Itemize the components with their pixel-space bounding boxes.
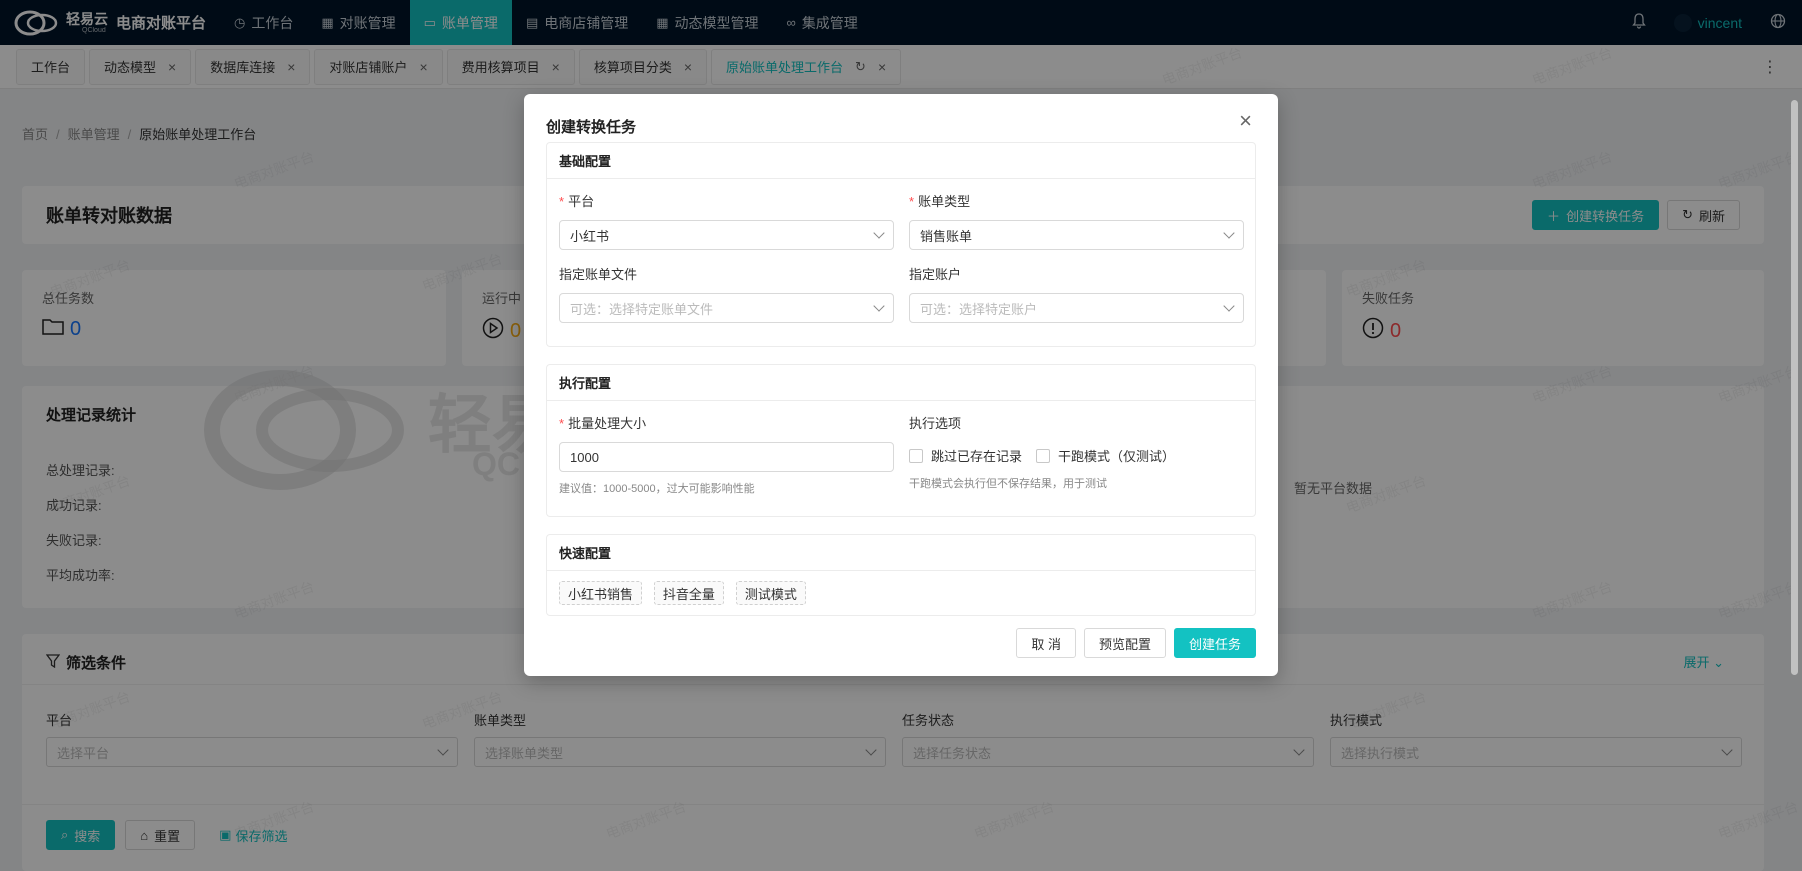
chevron-down-icon — [873, 300, 885, 312]
platform-label: 平台 — [568, 194, 595, 209]
quick-config-title: 快速配置 — [547, 535, 1255, 571]
exec-options-field: 执行选项 跳过已存在记录 干跑模式（仅测试） 干跑模式会执行但不保存结果，用于测… — [909, 413, 1244, 491]
checkbox-box[interactable] — [1036, 448, 1051, 463]
cancel-button[interactable]: 取 消 — [1016, 628, 1076, 658]
platform-value: 小红书 — [570, 228, 610, 244]
account-placeholder: 可选：选择特定账户 — [920, 301, 1038, 317]
quick-tag-test-mode[interactable]: 测试模式 — [735, 581, 806, 605]
create-task-dialog: 创建转换任务 × 基础配置 * 平台 小红书 * 账单类型 销售账单 指定账单文件 … — [524, 94, 1278, 676]
account-select[interactable]: 可选：选择特定账户 — [909, 293, 1244, 323]
platform-select[interactable]: 小红书 — [559, 220, 894, 250]
chevron-down-icon — [1223, 300, 1235, 312]
page-scrollbar[interactable] — [1791, 100, 1798, 675]
skip-existing-label: 跳过已存在记录 — [931, 449, 1023, 464]
dry-run-checkbox[interactable]: 干跑模式（仅测试） — [1036, 446, 1175, 465]
basic-config-section: 基础配置 * 平台 小红书 * 账单类型 销售账单 指定账单文件 可选：选择特定账单… — [546, 142, 1256, 347]
checkbox-box[interactable] — [909, 448, 923, 463]
bill-type-select[interactable]: 销售账单 — [909, 220, 1244, 250]
quick-config-section: 快速配置 小红书销售 抖音全量 测试模式 — [546, 534, 1256, 616]
preview-config-button[interactable]: 预览配置 — [1083, 628, 1166, 658]
create-task-submit-button[interactable]: 创建任务 — [1173, 628, 1256, 658]
batch-size-label: 批量处理大小 — [568, 416, 647, 431]
skip-existing-checkbox[interactable]: 跳过已存在记录 — [909, 446, 1022, 465]
dialog-title: 创建转换任务 — [546, 119, 637, 136]
exec-config-section: 执行配置 * 批量处理大小 1000 建议值：1000-5000，过大可能影响性能… — [546, 364, 1256, 517]
exec-options-hint: 干跑模式会执行但不保存结果，用于测试 — [909, 478, 1107, 490]
basic-config-title: 基础配置 — [547, 143, 1255, 179]
exec-config-title: 执行配置 — [547, 365, 1255, 401]
platform-field: * 平台 小红书 — [559, 191, 894, 250]
batch-size-field: * 批量处理大小 1000 建议值：1000-5000，过大可能影响性能 — [559, 413, 894, 496]
dry-run-label: 干跑模式（仅测试） — [1058, 449, 1176, 464]
batch-size-input[interactable]: 1000 — [559, 442, 894, 472]
exec-options-label: 执行选项 — [909, 416, 962, 431]
chevron-down-icon — [873, 227, 885, 239]
bill-file-label: 指定账单文件 — [559, 267, 638, 282]
bill-file-placeholder: 可选：选择特定账单文件 — [570, 301, 714, 317]
bill-file-select[interactable]: 可选：选择特定账单文件 — [559, 293, 894, 323]
chevron-down-icon — [1223, 227, 1235, 239]
account-label: 指定账户 — [909, 267, 962, 282]
account-field: 指定账户 可选：选择特定账户 — [909, 264, 1244, 323]
quick-tag-xhs-sales[interactable]: 小红书销售 — [559, 581, 643, 605]
quick-tag-douyin-full[interactable]: 抖音全量 — [653, 581, 724, 605]
close-icon[interactable]: × — [1239, 110, 1252, 132]
bill-type-value: 销售账单 — [920, 228, 973, 244]
bill-file-field: 指定账单文件 可选：选择特定账单文件 — [559, 264, 894, 323]
batch-size-hint: 建议值：1000-5000，过大可能影响性能 — [559, 483, 755, 495]
bill-type-label: 账单类型 — [918, 194, 971, 209]
bill-type-field: * 账单类型 销售账单 — [909, 191, 1244, 250]
